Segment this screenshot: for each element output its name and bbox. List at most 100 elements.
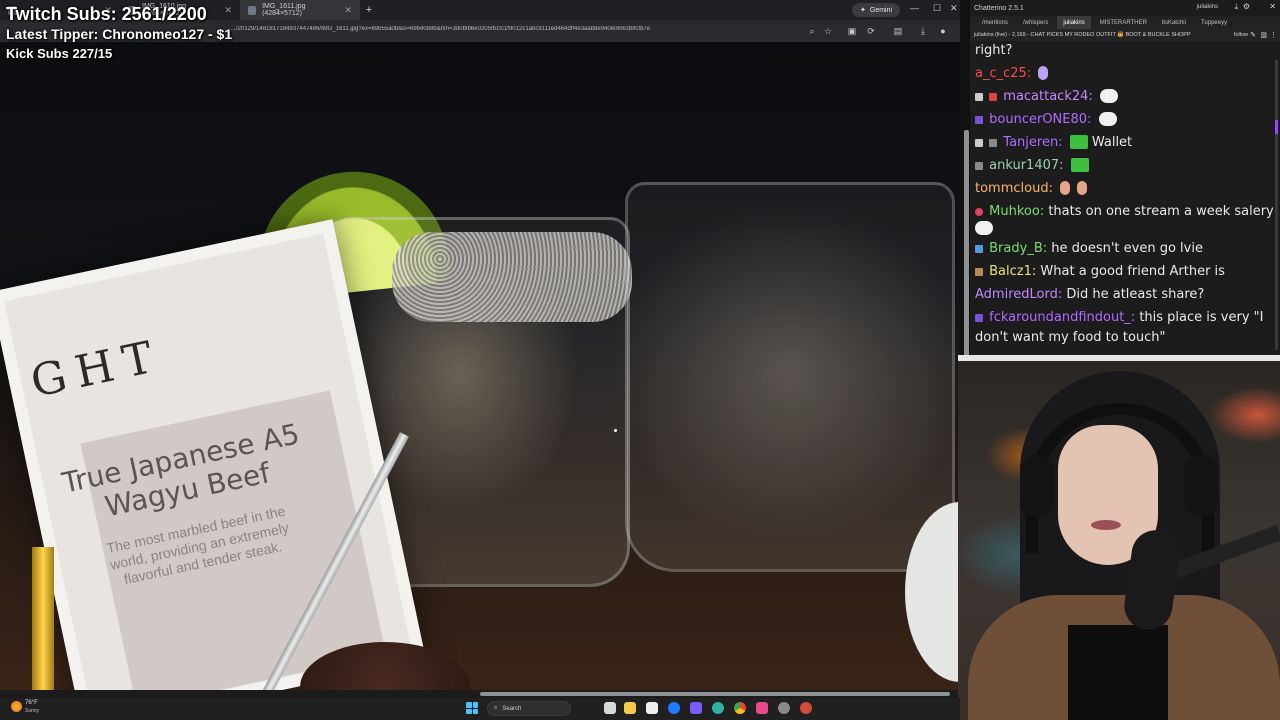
chat-username[interactable]: fckaroundandfindout_: [989, 310, 1135, 325]
badge-icon [975, 162, 983, 170]
chat-message: bouncerONE80: [975, 112, 1117, 128]
obs-icon[interactable] [800, 702, 812, 714]
chat-message: AdmiredLord: Did he atleast share? [975, 287, 1204, 303]
emote-icon [1060, 181, 1071, 195]
chat-username[interactable]: tommcloud: [975, 181, 1053, 196]
chat-message: ankur1407: [975, 158, 1089, 174]
close-tab-icon[interactable]: ✕ [344, 5, 352, 16]
badge-icon [989, 139, 998, 147]
downloads-icon[interactable]: ⤓ [918, 26, 928, 36]
emote-icon [1077, 181, 1088, 195]
chat-username[interactable]: ankur1407: [989, 158, 1063, 173]
emote-icon [1069, 135, 1088, 149]
kick-subs-overlay: Kick Subs 227/15 [6, 46, 113, 61]
task-view-icon[interactable] [604, 702, 616, 714]
weather-description[interactable]: Sunny [25, 708, 39, 714]
sync-icon[interactable]: ⟳ [866, 26, 876, 36]
webcam-feed [958, 355, 1280, 720]
latest-tipper-overlay: Latest Tipper: Chronomeo127 - $1 [6, 26, 233, 42]
split-icon[interactable]: ▥ [1260, 31, 1267, 39]
chat-tab-juliakins[interactable]: juliakins [1057, 16, 1091, 29]
mouse-cursor [613, 428, 618, 433]
chat-scroll-highlight [1275, 120, 1278, 134]
message-text: don't want my food to touch" [975, 330, 1166, 345]
app-icon[interactable] [756, 702, 768, 714]
maximize-icon[interactable]: ☐ [933, 3, 941, 14]
chat-tab-misterarther[interactable]: MISTERARTHER [1094, 16, 1153, 29]
chat-tab-tuppeeyy[interactable]: Tuppeeyy [1195, 16, 1233, 29]
emote-icon [1038, 66, 1049, 80]
settings-icon[interactable]: ⚙ [1243, 2, 1250, 11]
edge-icon[interactable] [712, 702, 724, 714]
url-field[interactable]: …/20129/1481817184937447486/IMG_1611.jpg… [230, 26, 800, 32]
chatterino-window: Chatterino 2.5.1 juliakins ⤓ ⚙ ✕ /mentio… [970, 0, 1280, 355]
taskbar-search[interactable]: ⌕ Search [487, 701, 571, 716]
more-icon[interactable]: ⋮ [1270, 31, 1277, 39]
edit-icon[interactable]: ✎ [1250, 31, 1256, 39]
message-text: he doesn't even go lvie [1051, 241, 1203, 256]
search-icon: ⌕ [494, 705, 498, 711]
chat-username[interactable]: Balcz1: [989, 264, 1036, 279]
chat-username[interactable]: Muhkoo: [989, 204, 1044, 219]
scrollbar-thumb[interactable] [480, 692, 950, 696]
emote-icon [1070, 158, 1089, 172]
update-icon[interactable]: ⤓ [1234, 2, 1238, 12]
start-tile [466, 702, 472, 708]
water-glass [625, 182, 955, 572]
start-button[interactable] [466, 702, 478, 714]
message-text: this place is very "I [1139, 310, 1264, 325]
chat-username[interactable]: Tanjeren: [1003, 135, 1062, 150]
message-text: What a good friend Arther is [1040, 264, 1225, 279]
app-icon[interactable] [668, 702, 680, 714]
bookmark-star-icon[interactable]: ☆ [823, 26, 833, 36]
chat-message-list: right? a_c_c25: macattack24: bouncerONE8… [970, 41, 1280, 355]
profile-avatar-icon[interactable]: ● [938, 26, 948, 36]
chatterino-icon[interactable] [778, 702, 790, 714]
stream-title: juliakins (live) - 2,169 - CHAT PICKS MY… [974, 32, 1191, 38]
chat-tab-itskatchii[interactable]: itsKatchii [1156, 16, 1192, 29]
close-tab-icon[interactable]: ✕ [224, 5, 232, 16]
horizontal-scrollbar[interactable] [0, 690, 960, 698]
badge-icon [975, 245, 983, 253]
message-text: right? [975, 43, 1013, 58]
vertical-scrollbar[interactable] [964, 130, 969, 360]
follow-button[interactable]: follow [1234, 32, 1248, 38]
close-window-icon[interactable]: ✕ [1269, 2, 1276, 11]
chat-message: Muhkoo: thats on one stream a week saler… [975, 204, 1274, 220]
new-tab-button[interactable]: + [360, 4, 378, 16]
weather-sun-icon[interactable] [11, 701, 22, 712]
badge-icon [975, 314, 983, 322]
file-explorer-icon[interactable] [624, 702, 636, 714]
chat-tab-whispers[interactable]: /whispers [1017, 16, 1054, 29]
zoom-icon[interactable]: ⌕ [807, 26, 817, 36]
chat-message-continuation: don't want my food to touch" [975, 330, 1166, 346]
sidebar-icon[interactable]: ▤ [893, 26, 903, 36]
start-tile [466, 708, 472, 714]
message-text: Wallet [1091, 135, 1133, 150]
browser-tab-img1611[interactable]: IMG_1611.jpg (4284×5712) ✕ [240, 0, 360, 20]
chat-app-title: Chatterino 2.5.1 [974, 4, 1024, 12]
chat-username[interactable]: a_c_c25: [975, 66, 1031, 81]
chat-username[interactable]: bouncerONE80: [989, 112, 1091, 127]
chat-message: Balcz1: What a good friend Arther is [975, 264, 1225, 280]
minimize-icon[interactable]: — [910, 3, 919, 13]
chat-user[interactable]: juliakins [1197, 4, 1218, 10]
chat-username[interactable]: Brady_B: [989, 241, 1047, 256]
gemini-button[interactable]: ✦ Gemini [852, 3, 901, 17]
extensions-icon[interactable]: ▣ [847, 26, 857, 36]
chat-message: Tanjeren: Wallet [975, 135, 1132, 151]
chat-tab-mentions[interactable]: /mentions [976, 16, 1014, 29]
chat-username[interactable]: AdmiredLord: [975, 287, 1062, 302]
menu-card-title: GHT [26, 330, 168, 408]
chat-username[interactable]: macattack24: [1003, 89, 1093, 104]
close-window-icon[interactable]: ✕ [950, 3, 958, 14]
chat-scrollbar[interactable] [1275, 60, 1278, 350]
browser-window: ✕ IMG_1610.jpg (4284×5712) ✕ IMG_1611.jp… [0, 0, 960, 698]
chat-message: fckaroundandfindout_: this place is very… [975, 310, 1263, 326]
notepad-icon[interactable] [646, 702, 658, 714]
weather-temperature[interactable]: 76°F [25, 700, 38, 706]
chrome-icon[interactable] [734, 702, 746, 714]
discord-icon[interactable] [690, 702, 702, 714]
search-label: Search [502, 705, 522, 712]
gemini-label: Gemini [869, 6, 893, 14]
